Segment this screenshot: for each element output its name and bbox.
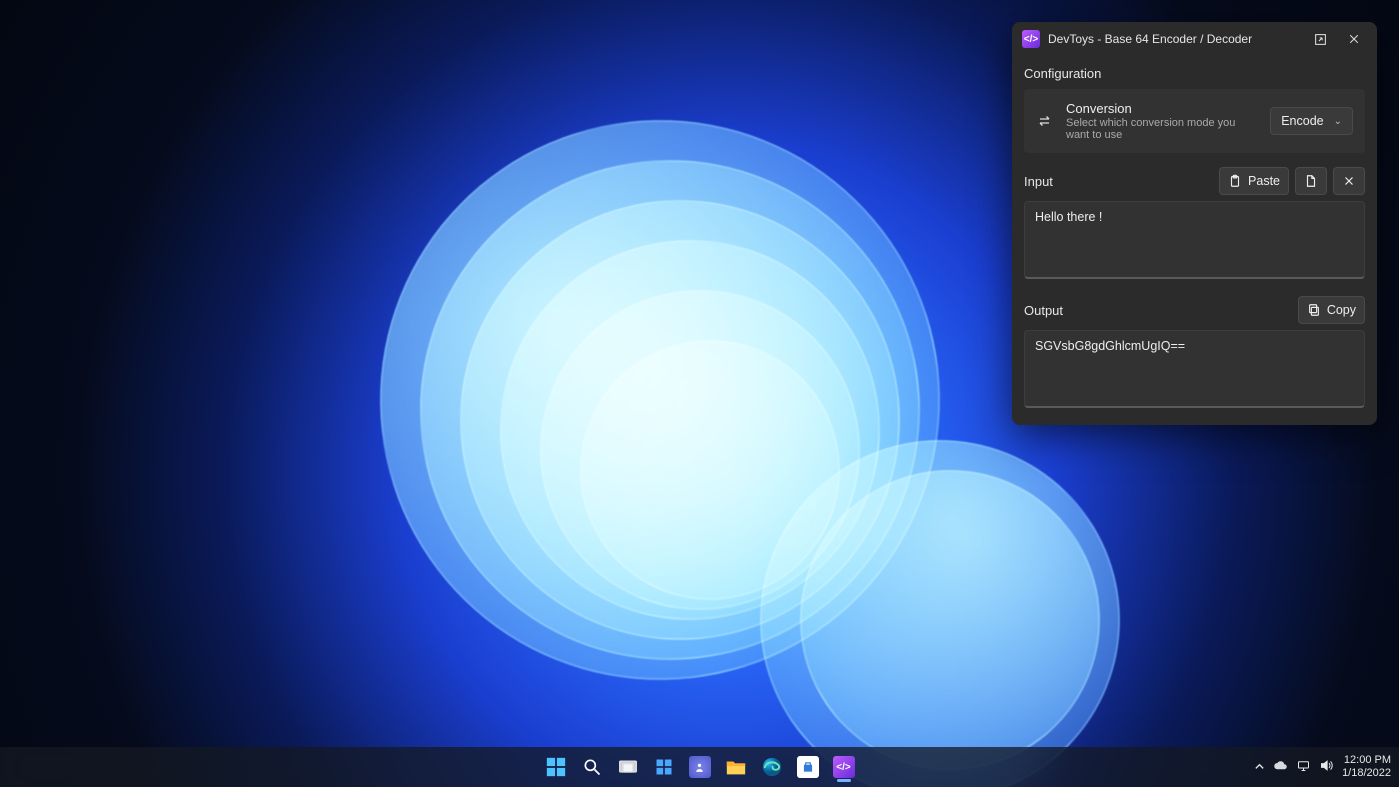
taskbar-clock[interactable]: 12:00 PM 1/18/2022 bbox=[1342, 754, 1391, 779]
file-explorer-icon bbox=[725, 756, 747, 778]
open-file-button[interactable] bbox=[1295, 167, 1327, 195]
task-view-button[interactable] bbox=[611, 750, 645, 784]
taskbar-right: 12:00 PM 1/18/2022 bbox=[1254, 754, 1391, 779]
windows-logo-icon bbox=[545, 756, 567, 778]
tray-overflow-button[interactable] bbox=[1254, 760, 1265, 775]
paste-button[interactable]: Paste bbox=[1219, 167, 1289, 195]
devtoys-icon: </> bbox=[833, 756, 855, 778]
input-label: Input bbox=[1024, 174, 1053, 189]
taskbar-center: </> bbox=[539, 750, 861, 784]
teams-button[interactable] bbox=[683, 750, 717, 784]
window-title: DevToys - Base 64 Encoder / Decoder bbox=[1048, 32, 1303, 46]
search-icon bbox=[581, 756, 603, 778]
search-button[interactable] bbox=[575, 750, 609, 784]
volume-icon bbox=[1319, 758, 1334, 773]
chevron-down-icon: ⌄ bbox=[1334, 116, 1342, 127]
copy-button-label: Copy bbox=[1327, 303, 1356, 317]
configuration-label: Configuration bbox=[1024, 66, 1365, 81]
conversion-mode-value: Encode bbox=[1281, 114, 1323, 128]
close-button[interactable] bbox=[1337, 24, 1371, 54]
devtoys-app-icon: </> bbox=[1022, 30, 1040, 48]
edge-icon bbox=[761, 756, 783, 778]
devtoys-window: </> DevToys - Base 64 Encoder / Decoder … bbox=[1012, 22, 1377, 425]
taskbar-time: 12:00 PM bbox=[1342, 754, 1391, 767]
paste-button-label: Paste bbox=[1248, 174, 1280, 188]
input-textbox[interactable] bbox=[1024, 201, 1365, 279]
expand-button[interactable] bbox=[1303, 24, 1337, 54]
taskbar: </> 12:00 PM 1/18/2022 bbox=[0, 747, 1399, 787]
store-icon bbox=[797, 756, 819, 778]
output-textbox[interactable] bbox=[1024, 330, 1365, 408]
microsoft-store-button[interactable] bbox=[791, 750, 825, 784]
file-explorer-button[interactable] bbox=[719, 750, 753, 784]
file-icon bbox=[1304, 174, 1318, 188]
onedrive-tray-icon[interactable] bbox=[1273, 758, 1288, 776]
network-icon bbox=[1296, 758, 1311, 773]
conversion-card: Conversion Select which conversion mode … bbox=[1024, 89, 1365, 153]
x-icon bbox=[1342, 174, 1356, 188]
clear-input-button[interactable] bbox=[1333, 167, 1365, 195]
taskbar-date: 1/18/2022 bbox=[1342, 767, 1391, 780]
conversion-subtitle: Select which conversion mode you want to… bbox=[1066, 117, 1258, 141]
output-label: Output bbox=[1024, 303, 1063, 318]
copy-icon bbox=[1307, 303, 1321, 317]
edge-button[interactable] bbox=[755, 750, 789, 784]
close-icon bbox=[1348, 33, 1360, 45]
teams-icon bbox=[689, 756, 711, 778]
clipboard-icon bbox=[1228, 174, 1242, 188]
cloud-icon bbox=[1273, 758, 1288, 773]
copy-button[interactable]: Copy bbox=[1298, 296, 1365, 324]
titlebar[interactable]: </> DevToys - Base 64 Encoder / Decoder bbox=[1012, 22, 1377, 56]
network-tray-icon[interactable] bbox=[1296, 758, 1311, 776]
conversion-swap-icon bbox=[1036, 113, 1054, 129]
start-button[interactable] bbox=[539, 750, 573, 784]
widgets-icon bbox=[653, 756, 675, 778]
chevron-up-icon bbox=[1254, 761, 1265, 772]
conversion-mode-dropdown[interactable]: Encode ⌄ bbox=[1270, 107, 1353, 135]
devtoys-taskbar-button[interactable]: </> bbox=[827, 750, 861, 784]
volume-tray-icon[interactable] bbox=[1319, 758, 1334, 776]
expand-icon bbox=[1314, 33, 1327, 46]
widgets-button[interactable] bbox=[647, 750, 681, 784]
task-view-icon bbox=[617, 756, 639, 778]
conversion-title: Conversion bbox=[1066, 101, 1258, 116]
